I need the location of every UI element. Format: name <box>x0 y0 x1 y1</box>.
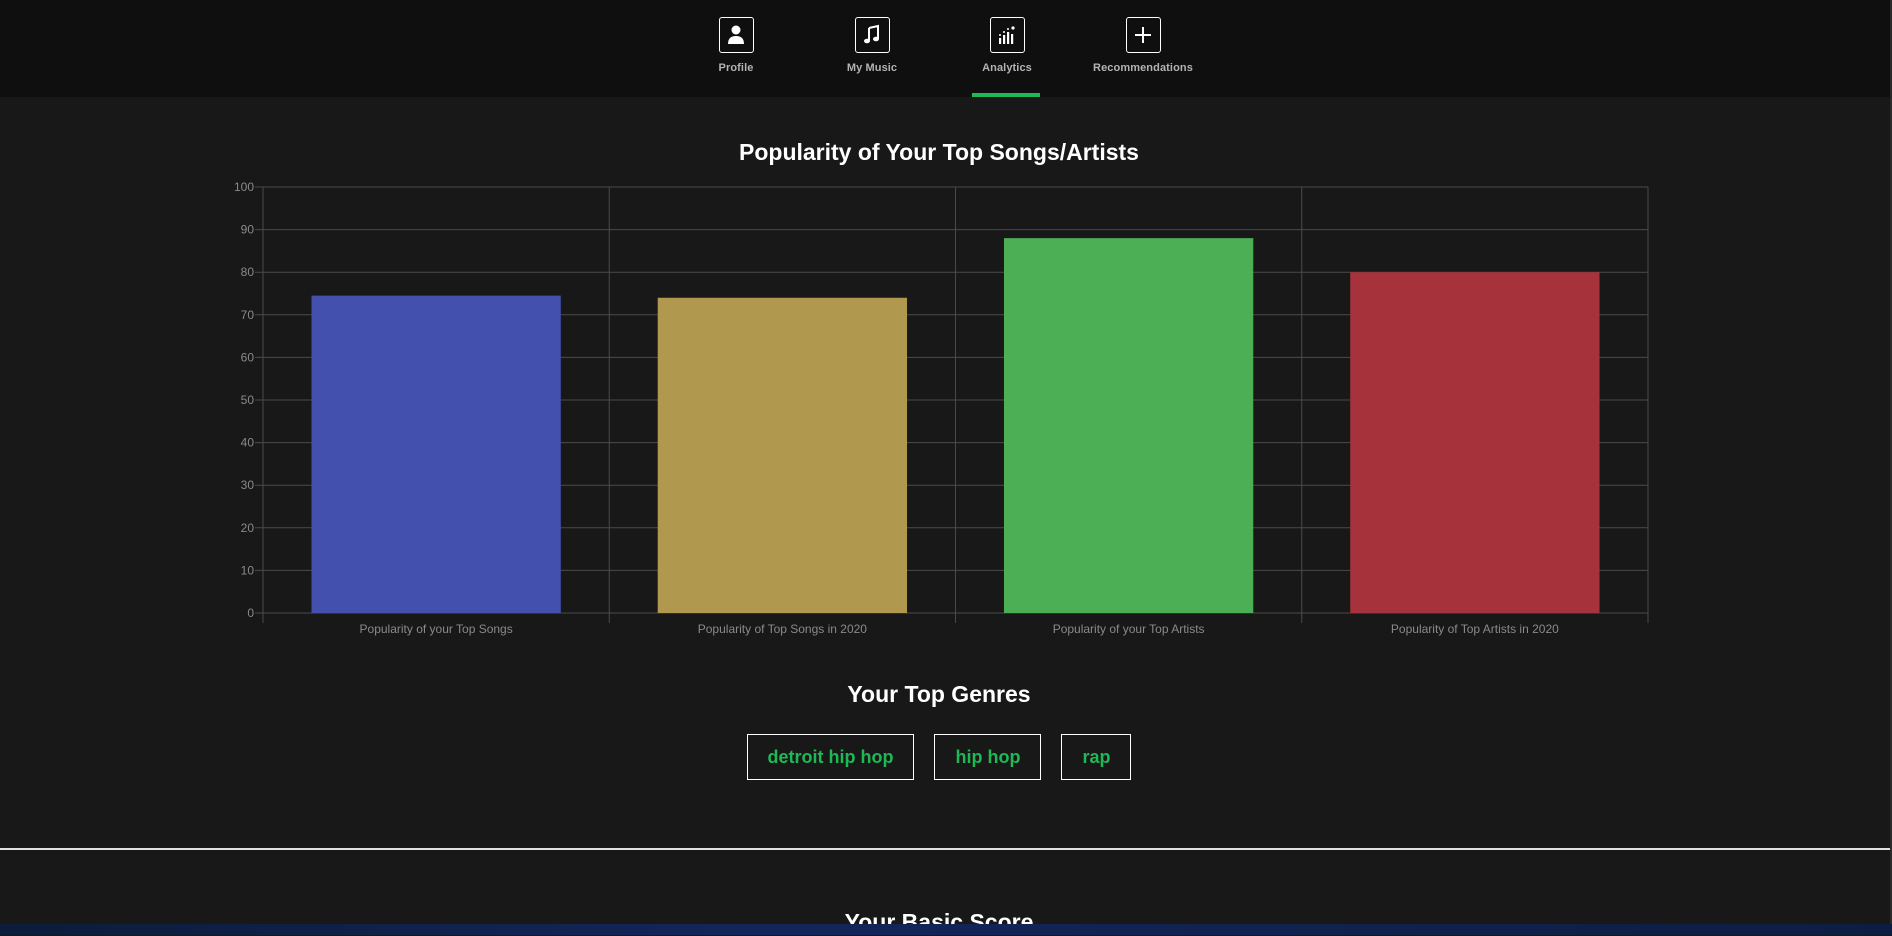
y-tick-label: 90 <box>241 223 255 237</box>
y-tick-label: 10 <box>241 563 255 577</box>
genre-chip[interactable]: detroit hip hop <box>746 734 915 780</box>
bar <box>657 297 908 613</box>
popularity-bar-chart: 0 10 20 30 40 50 60 70 80 90 100 Popularity of your… <box>234 180 1649 636</box>
y-tick-label: 20 <box>241 521 255 535</box>
os-taskbar <box>0 924 1892 935</box>
x-category-label: Popularity of your Top Songs <box>360 622 513 636</box>
y-tick-label: 80 <box>241 265 255 279</box>
y-tick-label: 50 <box>241 393 255 407</box>
bar <box>311 295 561 613</box>
y-tick-label: 60 <box>241 350 255 364</box>
bar <box>1003 238 1254 613</box>
x-category-label: Popularity of your Top Artists <box>1053 622 1205 636</box>
genre-chip[interactable]: rap <box>1061 734 1132 780</box>
genre-list: detroit hip hop hip hop rap <box>0 734 1878 780</box>
y-tick-label: 40 <box>241 436 255 450</box>
y-tick-label: 100 <box>234 180 254 194</box>
top-genres-title: Your Top Genres <box>847 681 1031 707</box>
section-divider <box>0 848 1890 850</box>
genre-chip[interactable]: hip hop <box>934 734 1042 780</box>
x-category-label: Popularity of Top Songs in 2020 <box>698 622 868 636</box>
x-category-label: Popularity of Top Artists in 2020 <box>1391 622 1559 636</box>
y-tick-label: 0 <box>247 606 254 620</box>
y-tick-label: 30 <box>241 478 255 492</box>
y-tick-label: 70 <box>241 308 255 322</box>
bar <box>1350 272 1600 613</box>
